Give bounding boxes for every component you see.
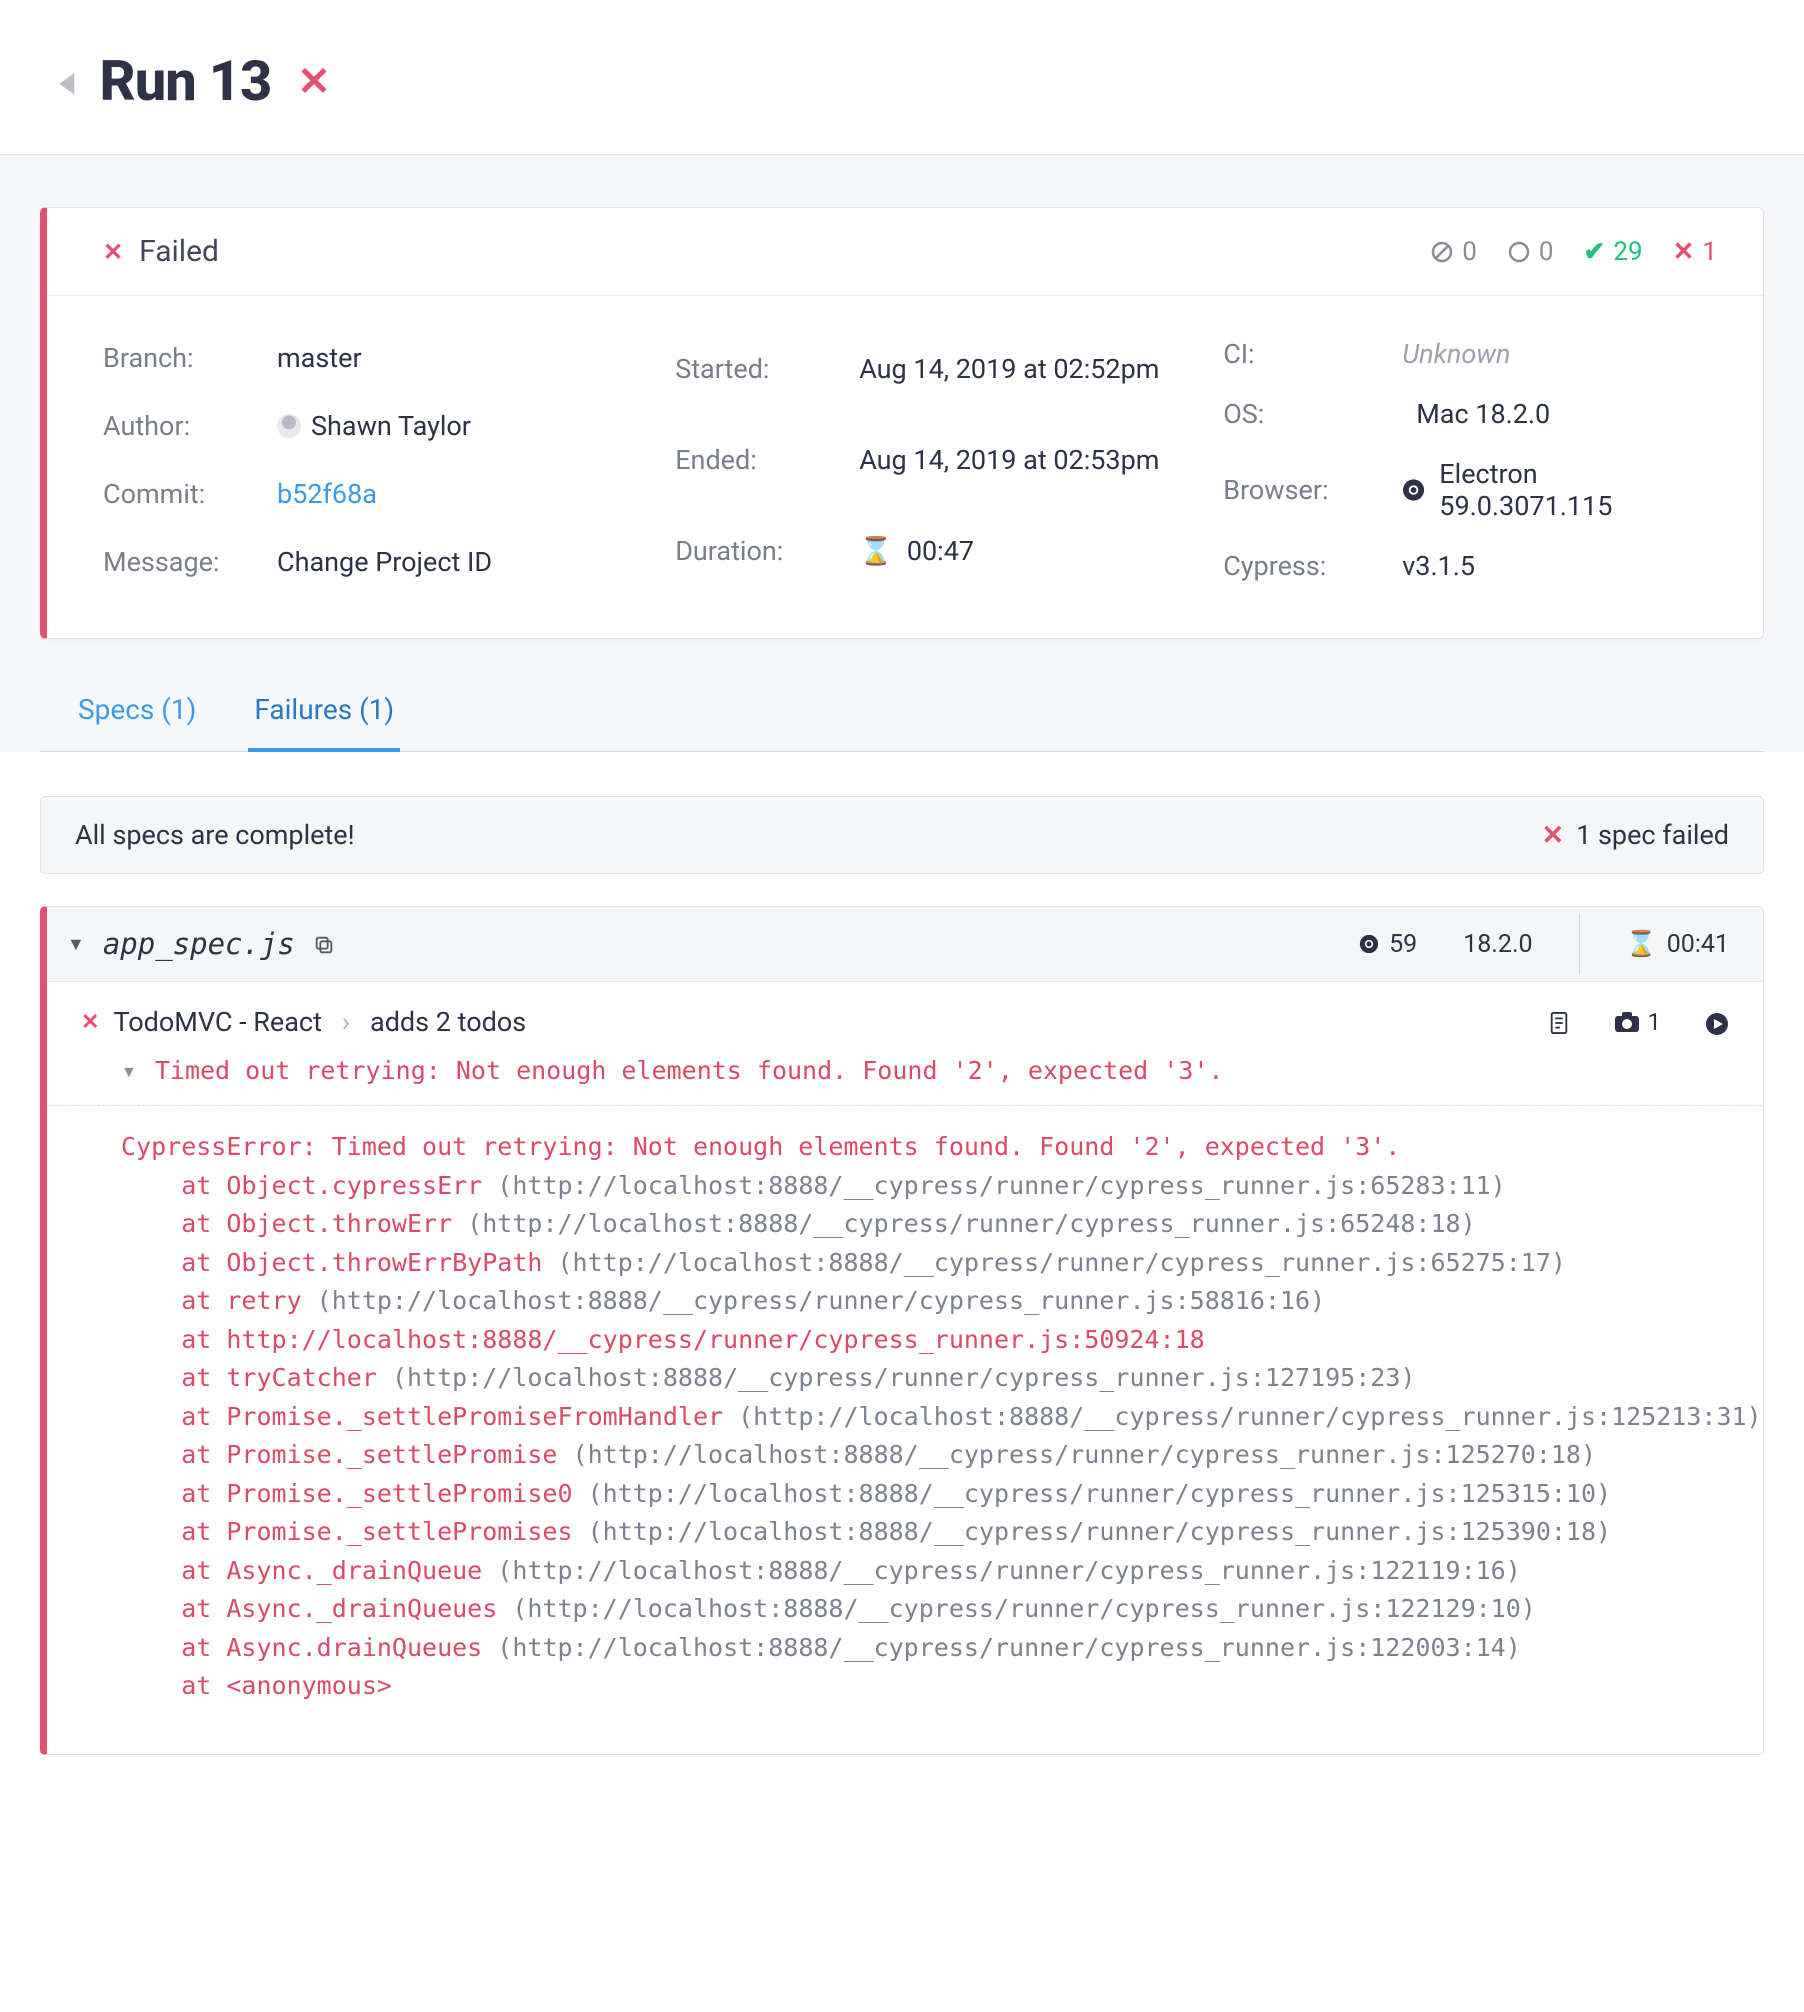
ended-value: Aug 14, 2019 at 02:53pm xyxy=(859,444,1183,476)
duration-label: Duration: xyxy=(675,535,835,567)
stat-failed-value: 1 xyxy=(1702,237,1717,267)
ended-label: Ended: xyxy=(675,444,835,476)
test-actions: 1 xyxy=(1548,1008,1730,1037)
duration-text: 00:47 xyxy=(907,535,974,567)
summary-col-2: Started: Aug 14, 2019 at 02:52pm Ended: … xyxy=(675,338,1183,582)
started-label: Started: xyxy=(675,353,835,385)
camera-icon xyxy=(1614,1011,1640,1033)
skipped-icon xyxy=(1430,240,1454,264)
duration-value: ⌛ 00:47 xyxy=(859,535,1183,567)
commit-link[interactable]: b52f68a xyxy=(277,478,635,510)
test-suite: TodoMVC - React xyxy=(113,1006,321,1038)
cypress-label: Cypress: xyxy=(1223,550,1378,582)
complete-message: All specs are complete! xyxy=(75,819,355,851)
author-label: Author: xyxy=(103,410,253,442)
summary-body: Branch: master Author: Shawn Taylor Comm… xyxy=(47,296,1763,638)
hourglass-icon: ⌛ xyxy=(859,535,893,567)
x-icon: ✕ xyxy=(1542,819,1565,851)
cypress-value: v3.1.5 xyxy=(1402,550,1707,582)
separator xyxy=(1579,914,1580,974)
spec-browser: 59 xyxy=(1359,930,1417,959)
spec-card: ▼ app_spec.js 59 18.2.0 ⌛ 00:41 xyxy=(40,906,1764,1755)
branch-value: master xyxy=(277,342,635,374)
hourglass-icon: ⌛ xyxy=(1626,930,1657,959)
page-header: ◀ Run 13 ✕ xyxy=(0,0,1804,155)
stat-passed: ✔ 29 xyxy=(1584,237,1643,267)
copy-icon[interactable] xyxy=(313,932,335,957)
summary-col-1: Branch: master Author: Shawn Taylor Comm… xyxy=(103,338,635,582)
chrome-icon xyxy=(1402,478,1425,502)
status-label: Failed xyxy=(139,234,219,269)
branch-label: Branch: xyxy=(103,342,253,374)
os-label: OS: xyxy=(1223,398,1378,430)
complete-bar: All specs are complete! ✕ 1 spec failed xyxy=(40,796,1764,874)
author-name: Shawn Taylor xyxy=(311,410,471,442)
run-stats: 0 0 ✔ 29 ✕ 1 xyxy=(1430,237,1717,267)
fail-icon: ✕ xyxy=(297,58,331,105)
spec-failed-text: 1 spec failed xyxy=(1576,819,1729,851)
summary-col-3: CI: Unknown OS: Mac 18.2.0 Browser: Elec… xyxy=(1223,338,1707,582)
caret-down-icon[interactable]: ▼ xyxy=(67,934,85,955)
message-value: Change Project ID xyxy=(277,546,635,578)
spec-os-version: 18.2.0 xyxy=(1463,930,1532,959)
error-line[interactable]: ▼ Timed out retrying: Not enough element… xyxy=(47,1048,1763,1106)
x-icon: ✕ xyxy=(81,1010,99,1035)
pending-icon xyxy=(1507,240,1531,264)
caret-down-icon[interactable]: ▼ xyxy=(121,1062,137,1082)
spec-os: 18.2.0 xyxy=(1453,930,1532,959)
page-title: Run 13 xyxy=(100,48,272,114)
browser-value: Electron 59.0.3071.115 xyxy=(1402,458,1707,522)
spec-failed-badge: ✕ 1 spec failed xyxy=(1542,819,1730,851)
tab-failures[interactable]: Failures (1) xyxy=(248,693,400,752)
chrome-icon xyxy=(1359,934,1379,954)
status-failed: ✕ Failed xyxy=(103,234,219,269)
spec-duration: ⌛ 00:41 xyxy=(1626,930,1729,959)
browser-label: Browser: xyxy=(1223,474,1378,506)
screenshot-count[interactable]: 1 xyxy=(1614,1008,1662,1036)
browser-text: Electron 59.0.3071.115 xyxy=(1439,458,1707,522)
stat-failed: ✕ 1 xyxy=(1673,237,1717,267)
stat-skipped-value: 0 xyxy=(1462,237,1477,267)
spec-name: app_spec.js xyxy=(103,927,295,961)
stat-skipped: 0 xyxy=(1430,237,1477,267)
tabs: Specs (1) Failures (1) xyxy=(40,639,1764,752)
stack-trace: CypressError: Timed out retrying: Not en… xyxy=(47,1106,1763,1754)
tab-specs[interactable]: Specs (1) xyxy=(72,693,202,751)
test-row[interactable]: ✕ TodoMVC - React › adds 2 todos 1 xyxy=(47,982,1763,1048)
message-label: Message: xyxy=(103,546,253,578)
test-title: adds 2 todos xyxy=(370,1006,526,1038)
error-message: Timed out retrying: Not enough elements … xyxy=(155,1056,1224,1085)
summary-card: ✕ Failed 0 0 ✔ 29 ✕ 1 xyxy=(40,207,1764,639)
spec-header[interactable]: ▼ app_spec.js 59 18.2.0 ⌛ 00:41 xyxy=(47,907,1763,982)
os-value: Mac 18.2.0 xyxy=(1402,398,1707,430)
x-icon: ✕ xyxy=(103,238,123,266)
avatar-icon xyxy=(277,414,301,438)
stat-pending: 0 xyxy=(1507,237,1554,267)
ci-value: Unknown xyxy=(1402,338,1707,370)
spec-header-left: ▼ app_spec.js xyxy=(67,927,335,961)
output-icon[interactable] xyxy=(1548,1008,1570,1037)
summary-header: ✕ Failed 0 0 ✔ 29 ✕ 1 xyxy=(47,208,1763,296)
spec-duration-text: 00:41 xyxy=(1667,930,1729,959)
stat-pending-value: 0 xyxy=(1539,237,1554,267)
spec-header-right: 59 18.2.0 ⌛ 00:41 xyxy=(1359,930,1729,959)
spec-browser-version: 59 xyxy=(1389,930,1417,959)
check-icon: ✔ xyxy=(1584,237,1606,267)
video-icon[interactable] xyxy=(1705,1008,1729,1036)
back-icon[interactable]: ◀ xyxy=(59,65,74,98)
author-value: Shawn Taylor xyxy=(277,410,635,442)
screenshot-count-value: 1 xyxy=(1648,1008,1662,1036)
stat-passed-value: 29 xyxy=(1613,237,1642,267)
chevron-right-icon: › xyxy=(342,1006,350,1038)
started-value: Aug 14, 2019 at 02:52pm xyxy=(859,353,1183,385)
x-icon: ✕ xyxy=(1673,237,1695,267)
commit-label: Commit: xyxy=(103,478,253,510)
content-area: ✕ Failed 0 0 ✔ 29 ✕ 1 xyxy=(0,155,1804,752)
os-text: Mac 18.2.0 xyxy=(1416,398,1550,430)
ci-label: CI: xyxy=(1223,338,1378,370)
lower-section: All specs are complete! ✕ 1 spec failed … xyxy=(0,752,1804,1815)
